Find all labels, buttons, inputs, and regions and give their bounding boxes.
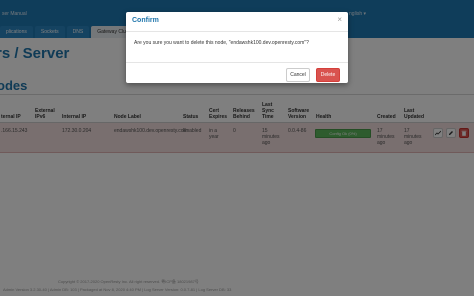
dialog-footer: Cancel Delete (126, 62, 348, 83)
dialog-title: Confirm (132, 17, 159, 24)
close-icon[interactable]: × (337, 15, 342, 24)
dialog-message: Are you sure you want to delete this nod… (134, 40, 309, 46)
dialog-header: Confirm × (126, 12, 348, 32)
confirm-dialog: Confirm × Are you sure you want to delet… (126, 12, 348, 83)
confirm-delete-button[interactable]: Delete (316, 68, 340, 82)
cancel-button[interactable]: Cancel (286, 68, 310, 82)
